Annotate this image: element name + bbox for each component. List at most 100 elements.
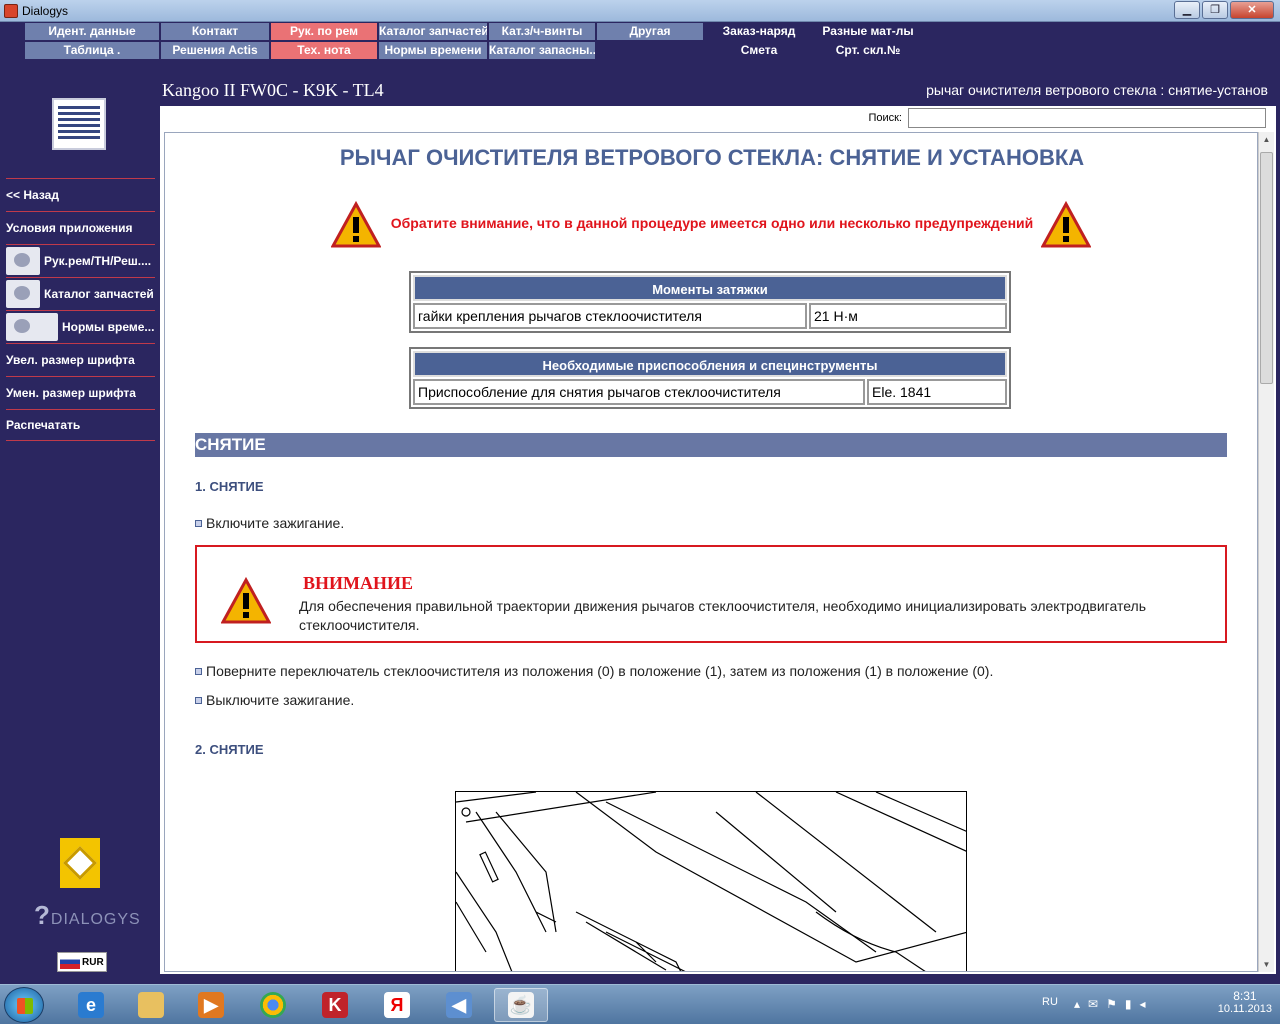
kaspersky-icon[interactable]: K <box>308 988 362 1022</box>
warning-notice: Обратите внимание, что в данной процедур… <box>390 215 1034 231</box>
sidebar-item-increase-font[interactable]: Увел. размер шрифта <box>6 343 155 375</box>
search-input[interactable] <box>908 108 1266 128</box>
menu-stock-number[interactable]: Срт. скл.№ <box>815 42 921 59</box>
menu-tech-note[interactable]: Тех. нота <box>271 42 377 59</box>
java-app-icon[interactable]: ☕ <box>494 988 548 1022</box>
sidebar-item-label: Распечатать <box>6 418 81 432</box>
step-heading: 2. СНЯТИЕ <box>195 742 264 757</box>
attention-title: ВНИМАНИЕ <box>303 573 414 593</box>
torque-table-header: Моменты затяжки <box>413 275 1007 301</box>
start-button[interactable] <box>4 987 44 1023</box>
warning-triangle-icon <box>221 577 271 624</box>
menu-contact[interactable]: Контакт <box>161 23 269 40</box>
menu-misc-materials[interactable]: Разные мат-лы <box>815 23 921 40</box>
sidebar-item-back[interactable]: << Назад <box>6 178 155 210</box>
menu-parts-screws[interactable]: Кат.з/ч-винты <box>489 23 595 40</box>
list-item: Включите зажигание. <box>195 515 344 531</box>
yandex-icon[interactable]: Я <box>370 988 424 1022</box>
clock-date: 10.11.2013 <box>1217 1003 1272 1015</box>
clock[interactable]: 8:31 10.11.2013 <box>1218 989 1272 1015</box>
page-title: РЫЧАГ ОЧИСТИТЕЛЯ ВЕТРОВОГО СТЕКЛА: СНЯТИ… <box>339 145 1085 170</box>
currency-flag[interactable]: RUR <box>57 952 107 972</box>
menu-actis-solutions[interactable]: Решения Actis <box>161 42 269 59</box>
scroll-down-arrow-icon[interactable]: ▼ <box>1259 957 1274 972</box>
wrench-icon <box>6 246 40 275</box>
maximize-button[interactable]: ❐ <box>1202 1 1228 19</box>
menu-spare-catalog[interactable]: Каталог запасны... <box>489 42 595 59</box>
search-label: Поиск: <box>868 112 902 124</box>
chrome-icon[interactable] <box>246 988 300 1022</box>
media-player-icon[interactable]: ▶ <box>184 988 238 1022</box>
explorer-icon[interactable] <box>124 988 178 1022</box>
app-icon <box>4 4 18 18</box>
attention-box: ВНИМАНИЕ Для обеспечения правильной трае… <box>195 545 1227 643</box>
menu-parts-catalog[interactable]: Каталог запчастей <box>379 23 487 40</box>
language-indicator[interactable]: RU <box>1042 996 1058 1008</box>
table-cell: Приспособление для снятия рычагов стекло… <box>413 379 865 405</box>
torque-table: Моменты затяжки гайки крепления рычагов … <box>409 271 1011 333</box>
menu-table[interactable]: Таблица . <box>25 42 159 59</box>
sidebar-item-labor-times[interactable]: Нормы време... <box>6 310 155 342</box>
sidebar-item-print[interactable]: Распечатать <box>6 409 155 441</box>
title-bar: Dialogys ▁ ❐ ✕ <box>0 0 1280 22</box>
table-row: гайки крепления рычагов стеклоочистителя… <box>413 303 1007 329</box>
ie-icon[interactable]: e <box>64 988 118 1022</box>
document-title-header: рычаг очистителя ветрового стекла : снят… <box>926 82 1268 98</box>
bullet-icon <box>195 668 202 675</box>
bullet-icon <box>195 520 202 527</box>
russia-flag-icon <box>60 955 80 969</box>
menu-ident-data[interactable]: Идент. данные <box>25 23 159 40</box>
menu-estimate[interactable]: Смета <box>705 42 813 59</box>
tray-icons[interactable]: ▴✉⚑▮◂ <box>1074 997 1153 1011</box>
window-title: Dialogys <box>22 4 69 18</box>
sidebar-item-label: << Назад <box>6 187 59 202</box>
sidebar-item-decrease-font[interactable]: Умен. размер шрифта <box>6 376 155 408</box>
document-view: РЫЧАГ ОЧИСТИТЕЛЯ ВЕТРОВОГО СТЕКЛА: СНЯТИ… <box>164 132 1258 972</box>
dialogys-logo: ?DIALOGYS <box>34 900 141 930</box>
sidebar-item-repair-manual[interactable]: Рук.рем/ТН/Реш.... <box>6 244 155 276</box>
sidebar-item-label: Умен. размер шрифта <box>6 385 136 400</box>
currency-label: RUR <box>82 956 104 968</box>
menu-work-order[interactable]: Заказ-наряд <box>705 23 813 40</box>
list-item: Выключите зажигание. <box>195 692 354 708</box>
sidebar-item-parts-catalog[interactable]: Каталог запчастей <box>6 277 155 309</box>
menu-labor-times[interactable]: Нормы времени <box>379 42 487 59</box>
table-cell: гайки крепления рычагов стеклоочистителя <box>413 303 807 329</box>
window-controls: ▁ ❐ ✕ <box>1174 1 1274 19</box>
warning-triangle-icon <box>1041 201 1091 248</box>
sidebar-item-label: Увел. размер шрифта <box>6 352 135 367</box>
content-area: Поиск: РЫЧАГ ОЧИСТИТЕЛЯ ВЕТРОВОГО СТЕКЛА… <box>160 106 1276 974</box>
taskbar: e ▶ K Я ◀ ☕ RU ▴✉⚑▮◂ 8:31 10.11.2013 <box>0 984 1280 1024</box>
step-heading: 1. СНЯТИЕ <box>195 479 264 494</box>
clock-time: 8:31 <box>1233 989 1257 1003</box>
clock-icon <box>6 312 58 341</box>
table-cell: 21 Н·м <box>809 303 1007 329</box>
search-bar: Поиск: <box>160 106 1276 130</box>
scroll-up-arrow-icon[interactable]: ▲ <box>1259 132 1274 147</box>
minimize-button[interactable]: ▁ <box>1174 1 1200 19</box>
sidebar-item-label: Рук.рем/ТН/Реш.... <box>44 253 152 268</box>
sidebar-item-app-conditions[interactable]: Условия приложения <box>6 211 155 243</box>
table-row: Приспособление для снятия рычагов стекло… <box>413 379 1007 405</box>
section-heading: СНЯТИЕ <box>195 433 1227 457</box>
vehicle-logo-icon <box>52 98 106 150</box>
tools-table: Необходимые приспособления и специнструм… <box>409 347 1011 409</box>
close-button[interactable]: ✕ <box>1230 1 1274 19</box>
menu-other[interactable]: Другая <box>597 23 703 40</box>
sidebar-item-label: Каталог запчастей <box>44 286 154 301</box>
tools-table-header: Необходимые приспособления и специнструм… <box>413 351 1007 377</box>
vertical-scrollbar[interactable]: ▲ ▼ <box>1258 132 1274 972</box>
table-cell: Ele. 1841 <box>867 379 1007 405</box>
sound-icon[interactable]: ◀ <box>432 988 486 1022</box>
scroll-thumb[interactable] <box>1260 152 1273 384</box>
list-item: Поверните переключатель стеклоочистителя… <box>195 663 993 679</box>
attention-text: Для обеспечения правильной траектории дв… <box>299 598 1146 633</box>
renault-logo-icon <box>60 838 100 888</box>
parts-icon <box>6 279 40 308</box>
menu-repair-manual[interactable]: Рук. по рем <box>271 23 377 40</box>
sidebar: << Назад Условия приложения Рук.рем/ТН/Р… <box>0 60 160 980</box>
sidebar-item-label: Условия приложения <box>6 220 133 235</box>
technical-drawing <box>455 791 967 971</box>
sidebar-item-label: Нормы време... <box>62 319 155 334</box>
vehicle-label: Kangoo II FW0C - K9K - TL4 <box>162 80 384 100</box>
